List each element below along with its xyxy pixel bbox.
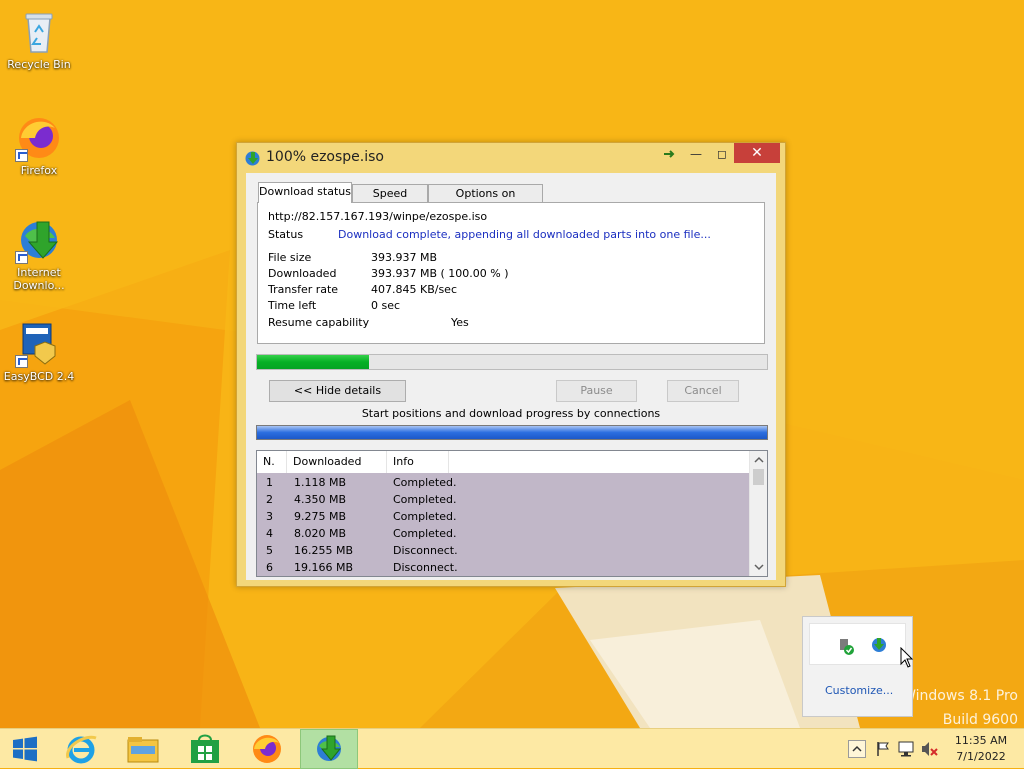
shortcut-arrow-icon (15, 251, 28, 264)
detail-value: Yes (451, 316, 469, 329)
connections-label: Start positions and download progress by… (361, 407, 661, 420)
title-bar[interactable]: 100% ezospe.iso — ◻ ✕ (237, 143, 785, 173)
taskbar-firefox[interactable] (238, 729, 296, 769)
tray-arrow-icon (664, 150, 675, 158)
table-row[interactable]: 5 16.255 MB Disconnect. (257, 542, 749, 559)
taskbar-internet-explorer[interactable] (52, 729, 110, 769)
desktop-icon-label: EasyBCD 2.4 (3, 370, 75, 383)
column-header-number[interactable]: N. (257, 451, 287, 473)
volume-muted-icon[interactable] (921, 741, 939, 757)
scroll-down-icon[interactable] (750, 560, 768, 574)
detail-value: 407.845 KB/sec (371, 283, 457, 296)
desktop-icon-firefox[interactable]: Firefox (2, 114, 76, 177)
minimize-button[interactable]: — (683, 143, 709, 165)
hide-details-button[interactable]: << Hide details (269, 380, 406, 402)
recycle-bin-icon (25, 13, 53, 53)
desktop-icon-label: Internet Downlo... (13, 266, 65, 292)
action-center-flag-icon[interactable] (875, 741, 891, 757)
chevron-up-icon (848, 740, 866, 758)
tray-overflow-popup: Customize... (802, 616, 913, 717)
tray-overflow-icons (809, 623, 906, 665)
start-button[interactable] (0, 729, 50, 769)
customize-link[interactable]: Customize... (825, 684, 893, 697)
desktop-icon-label: Firefox (20, 164, 58, 177)
window-title: 100% ezospe.iso (266, 149, 384, 165)
connections-list[interactable]: N. Downloaded Info 1 1.118 MB Completed.… (256, 450, 768, 577)
idm-icon (245, 151, 260, 166)
download-progress-bar (256, 354, 768, 370)
close-icon: ✕ (751, 145, 763, 161)
list-body: 1 1.118 MB Completed. 2 4.350 MB Complet… (257, 473, 749, 576)
progress-fill (257, 355, 369, 369)
maximize-icon: ◻ (717, 147, 727, 161)
detail-label: Transfer rate (268, 283, 339, 296)
table-row[interactable]: 6 19.166 MB Disconnect. (257, 559, 749, 576)
close-button[interactable]: ✕ (734, 143, 780, 163)
detail-label: Downloaded (268, 267, 337, 280)
detail-label: Time left (268, 299, 317, 312)
desktop-icon-label: Recycle Bin (7, 58, 71, 71)
scroll-up-icon[interactable] (750, 453, 768, 467)
list-header: N. Downloaded Info (257, 451, 749, 474)
taskbar-idm[interactable] (300, 729, 358, 769)
idm-tray-icon[interactable] (870, 636, 888, 654)
detail-value: 393.937 MB (371, 251, 438, 264)
desktop-icon-idm[interactable]: Internet Downlo... (2, 216, 76, 292)
desktop-icon-easybcd[interactable]: EasyBCD 2.4 (2, 320, 76, 383)
file-explorer-icon (127, 737, 159, 763)
store-icon (191, 734, 219, 763)
shortcut-arrow-icon (15, 149, 28, 162)
status-label: Status (268, 228, 304, 241)
mouse-cursor-icon (900, 647, 914, 668)
connections-progress-bar (256, 425, 768, 440)
detail-label: File size (268, 251, 312, 264)
shortcut-arrow-icon (15, 355, 28, 368)
detail-value: 0 sec (371, 299, 401, 312)
taskbar: 11:35 AM 7/1/2022 (0, 728, 1024, 769)
cancel-button[interactable]: Cancel (667, 380, 739, 402)
show-hidden-icons-button[interactable] (848, 740, 866, 761)
tab-speed-limiter[interactable]: Speed Limiter (352, 184, 428, 217)
clock-time: 11:35 AM (954, 734, 1008, 747)
scroll-thumb[interactable] (753, 469, 764, 485)
firefox-icon (253, 735, 281, 763)
table-row[interactable]: 2 4.350 MB Completed. (257, 491, 749, 508)
taskbar-file-explorer[interactable] (114, 729, 172, 769)
maximize-button[interactable]: ◻ (709, 143, 735, 165)
detail-value: 393.937 MB ( 100.00 % ) (371, 267, 509, 280)
tab-options-on-completion[interactable]: Options on completion (428, 184, 543, 217)
desktop-icon-recycle-bin[interactable]: Recycle Bin (2, 8, 76, 71)
os-watermark: Windows 8.1 Pro Build 9600 (902, 688, 1018, 728)
table-row[interactable]: 1 1.118 MB Completed. (257, 474, 749, 491)
window-client: Download status Speed Limiter Options on… (246, 173, 776, 580)
internet-explorer-icon (66, 735, 97, 764)
list-scrollbar[interactable] (749, 451, 768, 576)
taskbar-clock[interactable]: 11:35 AM 7/1/2022 (946, 733, 1016, 765)
column-header-info[interactable]: Info (387, 451, 449, 473)
status-value: Download complete, appending all downloa… (338, 228, 711, 241)
safely-remove-hardware-icon[interactable] (837, 637, 855, 655)
minimize-to-tray-button[interactable] (658, 143, 684, 165)
start-icon (13, 736, 37, 762)
table-row[interactable]: 3 9.275 MB Completed. (257, 508, 749, 525)
detail-label: Resume capability (268, 316, 370, 329)
column-header-downloaded[interactable]: Downloaded (287, 451, 387, 473)
download-url: http://82.157.167.193/winpe/ezospe.iso (268, 210, 488, 223)
pause-button[interactable]: Pause (556, 380, 637, 402)
table-row[interactable]: 4 8.020 MB Completed. (257, 525, 749, 542)
tab-download-status[interactable]: Download status (258, 182, 352, 203)
network-icon[interactable] (898, 741, 916, 757)
idm-icon (317, 735, 342, 761)
clock-date: 7/1/2022 (956, 750, 1006, 763)
download-window: 100% ezospe.iso — ◻ ✕ Download status Sp… (236, 142, 786, 587)
taskbar-store[interactable] (176, 729, 234, 769)
minimize-icon: — (690, 147, 702, 161)
